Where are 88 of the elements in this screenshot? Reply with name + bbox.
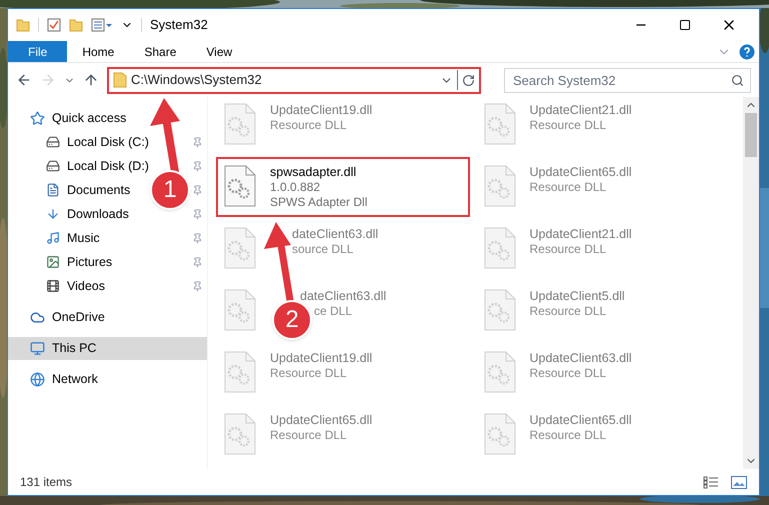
- dll-file-icon: [224, 289, 256, 331]
- properties-icon[interactable]: [91, 18, 113, 32]
- file-name: UpdateClient21.dll: [530, 227, 632, 242]
- pin-icon[interactable]: [192, 256, 203, 268]
- nav-item-icon: [30, 341, 45, 356]
- file-detail: ce DLL: [314, 304, 354, 319]
- nav-item[interactable]: Quick access: [8, 107, 207, 130]
- nav-item[interactable]: Network: [8, 368, 207, 391]
- scrollbar-thumb[interactable]: [745, 113, 757, 157]
- nav-item-icon: [46, 159, 60, 173]
- dll-file-icon: [484, 351, 516, 393]
- dll-file-icon: [484, 165, 516, 207]
- pin-icon[interactable]: [192, 160, 203, 172]
- nav-item[interactable]: Documents: [42, 178, 134, 202]
- nav-item-icon: [30, 372, 45, 387]
- back-icon[interactable]: [16, 72, 32, 88]
- pin-icon[interactable]: [192, 280, 203, 292]
- file-detail: SPWS Adapter Dll: [270, 195, 368, 210]
- nav-item[interactable]: Videos: [42, 274, 109, 298]
- nav-item[interactable]: This PC: [8, 337, 207, 360]
- scrollbar[interactable]: [743, 97, 759, 469]
- item-count: 131 items: [20, 474, 72, 491]
- dll-file-icon: [224, 351, 256, 393]
- nav-item[interactable]: Downloads: [42, 202, 133, 226]
- maximize-icon: [679, 19, 691, 31]
- nav-item-icon: [46, 183, 60, 197]
- pin-icon[interactable]: [192, 184, 203, 196]
- window-title: System32: [150, 16, 208, 34]
- file-detail: Resource DLL: [530, 180, 608, 195]
- nav-item[interactable]: OneDrive: [8, 306, 207, 329]
- file-detail: Resource DLL: [530, 304, 608, 319]
- file-name: UpdateClient19.dll: [270, 103, 372, 118]
- nav-item-icon: [46, 207, 60, 221]
- dll-file-icon: [484, 227, 516, 269]
- file-name: UpdateClient21.dll: [530, 103, 632, 118]
- pin-icon[interactable]: [192, 208, 203, 220]
- file-detail: Resource DLL: [530, 428, 608, 443]
- address-path: C:\Windows\System32: [131, 71, 262, 90]
- file-name: UpdateClient65.dll: [530, 413, 632, 428]
- dll-file-icon: [484, 413, 516, 455]
- file-name: spwsadapter.dll: [270, 165, 358, 180]
- pin-icon[interactable]: [192, 232, 203, 244]
- file-detail: Resource DLL: [270, 366, 348, 381]
- dll-file-icon: [484, 289, 516, 331]
- address-field[interactable]: C:\Windows\System32: [107, 66, 481, 94]
- dll-file-icon: [224, 165, 256, 207]
- ribbon-tab[interactable]: Home: [67, 41, 130, 62]
- nav-item[interactable]: Music: [42, 226, 104, 250]
- file-detail: Resource DLL: [270, 428, 348, 443]
- file-detail: Resource DLL: [530, 242, 608, 257]
- nav-item-icon: [46, 135, 60, 149]
- nav-item-icon: [30, 111, 45, 126]
- file-detail: source DLL: [292, 242, 354, 257]
- search-field[interactable]: Search System32: [504, 68, 751, 92]
- file-name: dateClient63.dll: [292, 227, 378, 242]
- file-name: UpdateClient63.dll: [530, 351, 632, 366]
- tiles-view-icon[interactable]: [731, 476, 747, 488]
- dll-file-icon: [224, 227, 256, 269]
- nav-item[interactable]: Local Disk (C:): [42, 130, 153, 154]
- ribbon-tab[interactable]: View: [191, 41, 248, 62]
- search-icon: [731, 74, 744, 86]
- file-detail: Resource DLL: [530, 366, 608, 381]
- help-icon[interactable]: [739, 44, 755, 60]
- pin-icon[interactable]: [192, 136, 203, 148]
- file-name: UpdateClient65.dll: [530, 165, 632, 180]
- file-tab[interactable]: File: [8, 41, 68, 62]
- nav-item-icon: [46, 231, 60, 245]
- nav-item-icon: [30, 310, 45, 325]
- file-name: UpdateClient65.dll: [270, 413, 372, 428]
- ribbon-tab[interactable]: Share: [129, 41, 192, 62]
- file-detail: 1.0.0.882: [270, 180, 322, 195]
- folder-icon: [113, 72, 127, 88]
- dll-file-icon: [224, 413, 256, 455]
- checklist-icon[interactable]: [47, 18, 61, 32]
- nav-item-icon: [46, 255, 60, 269]
- details-view-icon[interactable]: [703, 476, 719, 488]
- refresh-icon[interactable]: [462, 74, 475, 86]
- file-name: UpdateClient5.dll: [530, 289, 625, 304]
- file-detail: Resource DLL: [270, 118, 348, 133]
- nav-item-icon: [46, 279, 60, 293]
- dll-file-icon: [224, 103, 256, 145]
- file-name: UpdateClient19.dll: [270, 351, 372, 366]
- highlighted-file-tile[interactable]: spwsadapter.dll 1.0.0.882 SPWS Adapter Dll: [224, 165, 462, 209]
- nav-item[interactable]: Local Disk (D:): [42, 154, 153, 178]
- file-detail: Resource DLL: [530, 118, 608, 133]
- dll-file-icon: [484, 103, 516, 145]
- nav-item[interactable]: Pictures: [42, 250, 116, 274]
- up-icon[interactable]: [83, 72, 99, 88]
